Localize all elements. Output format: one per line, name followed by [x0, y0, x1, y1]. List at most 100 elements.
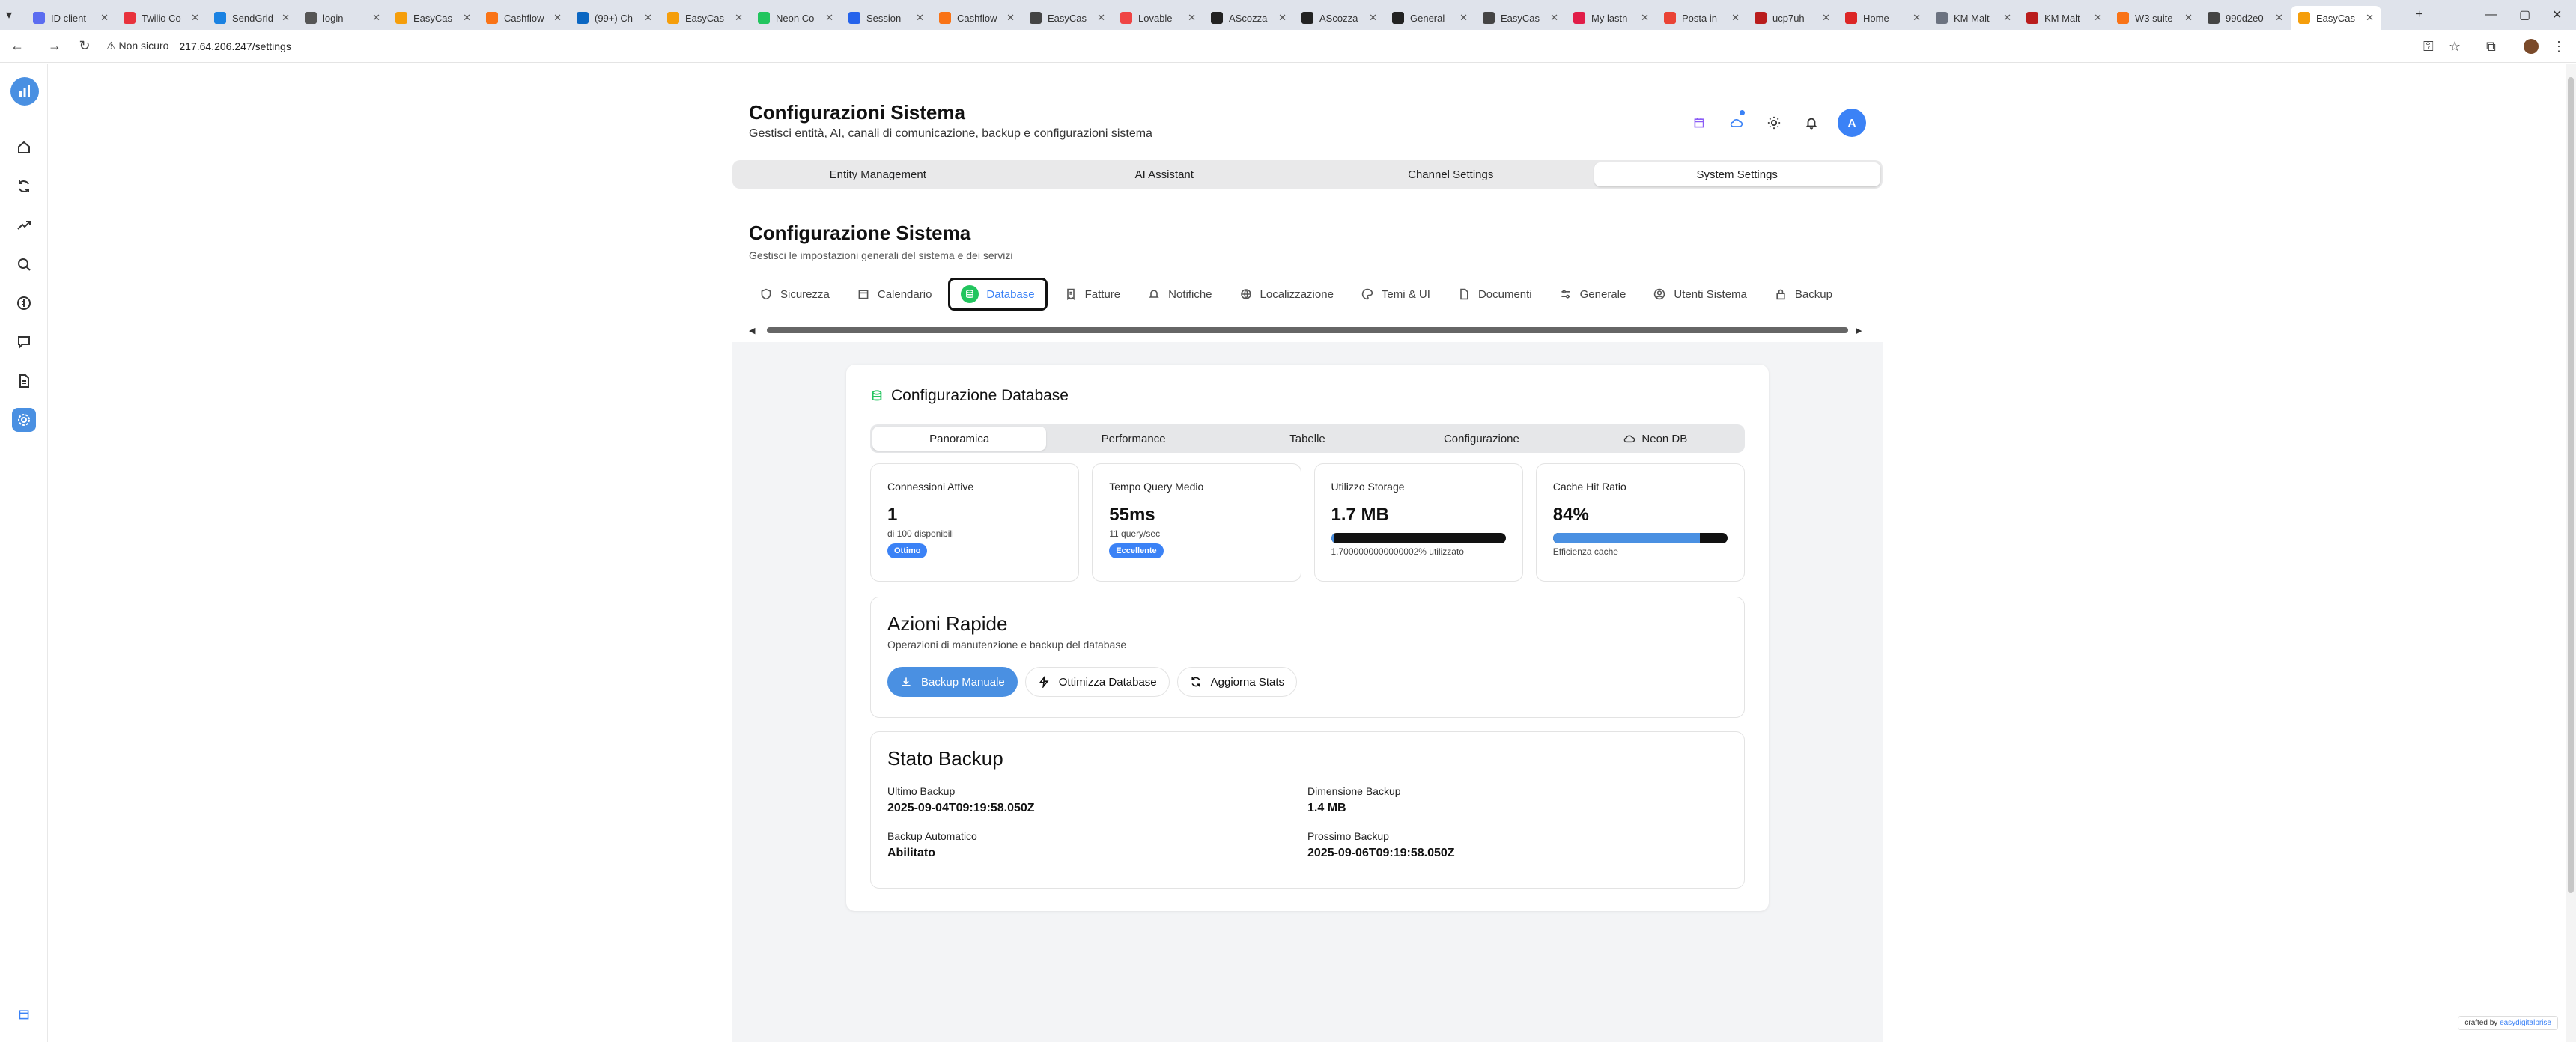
close-tab-icon[interactable]: ✕	[191, 12, 199, 24]
browser-tab[interactable]: Cashflow ✕	[932, 6, 1022, 30]
close-tab-icon[interactable]: ✕	[372, 12, 380, 24]
close-tab-icon[interactable]: ✕	[1459, 12, 1468, 24]
browser-tab[interactable]: Posta in ✕	[1656, 6, 1747, 30]
app-logo-icon[interactable]	[10, 77, 39, 106]
close-tab-icon[interactable]: ✕	[916, 12, 924, 24]
close-tab-icon[interactable]: ✕	[1822, 12, 1830, 24]
theme-sun-icon[interactable]	[1763, 112, 1785, 134]
close-tab-icon[interactable]: ✕	[1550, 12, 1558, 24]
browser-tab[interactable]: AScozza ✕	[1203, 6, 1294, 30]
sidebar-search-icon[interactable]	[12, 252, 36, 276]
close-tab-icon[interactable]: ✕	[2003, 12, 2011, 24]
tab-performance[interactable]: Performance	[1046, 427, 1220, 451]
subtab-backup[interactable]: Backup	[1764, 278, 1843, 311]
close-tab-icon[interactable]: ✕	[825, 12, 833, 24]
bookmark-star-icon[interactable]: ☆	[2449, 30, 2461, 63]
page-scrollbar[interactable]	[2566, 64, 2576, 1042]
browser-tab[interactable]: ID client ✕	[25, 6, 116, 30]
close-tab-icon[interactable]: ✕	[1369, 12, 1377, 24]
close-tab-icon[interactable]: ✕	[735, 12, 743, 24]
close-window-icon[interactable]: ✕	[2552, 0, 2562, 30]
browser-tab[interactable]: login ✕	[297, 6, 388, 30]
profile-icon[interactable]	[2524, 30, 2539, 63]
subtab-database[interactable]: Database	[948, 278, 1048, 311]
sidebar-document-icon[interactable]	[12, 369, 36, 393]
new-tab-icon[interactable]: +	[2416, 0, 2422, 30]
url-text[interactable]: 217.64.206.247/settings	[179, 40, 291, 52]
sidebar-chat-icon[interactable]	[12, 330, 36, 354]
browser-tab[interactable]: Neon Co ✕	[750, 6, 841, 30]
subtab-documenti[interactable]: Documenti	[1447, 278, 1543, 311]
browser-tab[interactable]: EasyCas ✕	[1022, 6, 1113, 30]
tab-ai-assistant[interactable]: AI Assistant	[1021, 162, 1308, 186]
browser-tab[interactable]: (99+) Ch ✕	[569, 6, 660, 30]
tab-menu-icon[interactable]: ▾	[6, 0, 12, 30]
subtab-fatture[interactable]: Fatture	[1054, 278, 1131, 311]
browser-tab[interactable]: General ✕	[1385, 6, 1475, 30]
close-tab-icon[interactable]: ✕	[644, 12, 652, 24]
sidebar-currency-icon[interactable]	[12, 291, 36, 315]
tab-system-settings[interactable]: System Settings	[1594, 162, 1880, 186]
subtab-localizzazione[interactable]: Localizzazione	[1229, 278, 1344, 311]
forward-icon[interactable]: →	[43, 38, 66, 54]
scroll-left-icon[interactable]: ◀	[749, 326, 759, 335]
subtab-temi-ui[interactable]: Temi & UI	[1350, 278, 1441, 311]
optimize-database-button[interactable]: Ottimizza Database	[1024, 667, 1170, 697]
close-tab-icon[interactable]: ✕	[1006, 12, 1015, 24]
close-tab-icon[interactable]: ✕	[1188, 12, 1196, 24]
close-tab-icon[interactable]: ✕	[2366, 12, 2374, 24]
close-tab-icon[interactable]: ✕	[2275, 12, 2283, 24]
tab-tabelle[interactable]: Tabelle	[1221, 427, 1394, 451]
tab-configurazione[interactable]: Configurazione	[1394, 427, 1568, 451]
tab-entity-management[interactable]: Entity Management	[735, 162, 1021, 186]
tab-neon-db[interactable]: Neon DB	[1569, 427, 1743, 451]
close-tab-icon[interactable]: ✕	[282, 12, 290, 24]
extensions-icon[interactable]: ⧉	[2486, 30, 2496, 63]
browser-tab[interactable]: KM Malt ✕	[2019, 6, 2109, 30]
tab-channel-settings[interactable]: Channel Settings	[1307, 162, 1594, 186]
browser-tab[interactable]: EasyCas ✕	[660, 6, 750, 30]
browser-tab[interactable]: Lovable ✕	[1113, 6, 1203, 30]
browser-tab[interactable]: 990d2e0 ✕	[2200, 6, 2291, 30]
close-tab-icon[interactable]: ✕	[100, 12, 109, 24]
close-tab-icon[interactable]: ✕	[1731, 12, 1740, 24]
tab-panoramica[interactable]: Panoramica	[872, 427, 1047, 451]
backup-manual-button[interactable]: Backup Manuale	[887, 667, 1018, 697]
maximize-icon[interactable]: ▢	[2519, 0, 2530, 30]
browser-tab[interactable]: EasyCas ✕	[388, 6, 479, 30]
subtab-notifiche[interactable]: Notifiche	[1137, 278, 1222, 311]
sidebar-calendar-icon[interactable]	[12, 1002, 36, 1026]
close-tab-icon[interactable]: ✕	[1913, 12, 1921, 24]
bell-icon[interactable]	[1800, 112, 1823, 134]
not-secure-indicator[interactable]: ⚠ Non sicuro	[106, 40, 168, 52]
refresh-stats-button[interactable]: Aggiorna Stats	[1176, 667, 1298, 697]
password-key-icon[interactable]: ⚿	[2423, 30, 2434, 63]
calendar-icon[interactable]	[1688, 112, 1710, 134]
user-avatar[interactable]: A	[1838, 109, 1866, 137]
close-tab-icon[interactable]: ✕	[463, 12, 471, 24]
subtab-calendario[interactable]: Calendario	[846, 278, 943, 311]
reload-icon[interactable]: ↻	[73, 38, 96, 54]
sidebar-trend-icon[interactable]	[12, 213, 36, 237]
browser-tab[interactable]: ucp7uh ✕	[1747, 6, 1838, 30]
browser-tab[interactable]: Twilio Co ✕	[116, 6, 207, 30]
browser-tab[interactable]: KM Malt ✕	[1928, 6, 2019, 30]
sidebar-settings-icon[interactable]	[12, 408, 36, 432]
scroll-thumb[interactable]	[767, 327, 1848, 333]
sub-tabs-scrollbar[interactable]: ◀ ▶	[749, 324, 1866, 336]
browser-tab[interactable]: Home ✕	[1838, 6, 1928, 30]
browser-tab[interactable]: W3 suite ✕	[2109, 6, 2200, 30]
browser-tab[interactable]: SendGrid ✕	[207, 6, 297, 30]
scroll-right-icon[interactable]: ▶	[1856, 326, 1866, 335]
page-scroll-thumb[interactable]	[2568, 77, 2574, 893]
sidebar-home-icon[interactable]	[12, 135, 36, 159]
close-tab-icon[interactable]: ✕	[1278, 12, 1287, 24]
browser-tab[interactable]: EasyCas ✕	[1475, 6, 1566, 30]
sidebar-sync-icon[interactable]	[12, 174, 36, 198]
browser-tab[interactable]: Session ✕	[841, 6, 932, 30]
subtab-utenti-sistema[interactable]: Utenti Sistema	[1642, 278, 1758, 311]
cloud-icon[interactable]	[1725, 110, 1748, 134]
close-tab-icon[interactable]: ✕	[2184, 12, 2193, 24]
browser-tab[interactable]: AScozza ✕	[1294, 6, 1385, 30]
close-tab-icon[interactable]: ✕	[553, 12, 562, 24]
